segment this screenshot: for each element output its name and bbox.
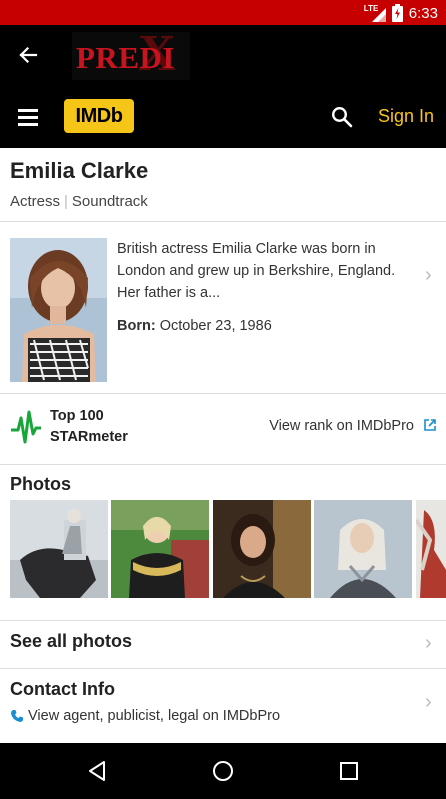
hamburger-icon [18,108,38,112]
role-soundtrack: Soundtrack [71,193,148,210]
born-date: October 23, 1986 [159,318,272,334]
starmeter-pulse-icon [11,410,41,444]
chevron-right-icon: › [425,632,432,654]
chevron-right-icon: › [425,264,432,286]
born-label: Born: [117,318,156,334]
divider [0,464,446,465]
view-rank-link[interactable]: View rank on IMDbPro [269,418,414,434]
role-actress: Actress [10,193,61,210]
clock: 6:33 [408,4,438,22]
chevron-right-icon: › [425,691,432,713]
person-name: Emilia Clarke [10,158,149,183]
search-icon [331,106,353,128]
contact-subtitle: View agent, publicist, legal on IMDbPro [28,708,281,724]
photo-strip [10,500,446,598]
app-logo: X PREDI [72,32,190,80]
person-roles: Actress | Soundtrack [10,193,148,210]
external-link-icon [424,419,436,431]
photos-title: Photos [10,474,71,494]
divider [0,620,446,621]
menu-button[interactable] [14,102,44,132]
nav-back-icon [89,761,105,781]
photo-thumbnail[interactable] [314,500,412,598]
app-bar: X PREDI [0,25,446,85]
contact-info-link[interactable]: View agent, publicist, legal on IMDbPro [10,708,280,724]
nav-recents-icon [340,762,358,780]
nav-recents-button[interactable] [335,757,363,785]
back-button[interactable] [10,37,46,73]
starmeter-title: Top 100 STARmeter [50,408,128,445]
role-separator: | [64,193,68,210]
signal-icon: LTE [364,4,386,22]
profile-photo[interactable] [10,238,107,382]
search-button[interactable] [327,102,357,132]
imdb-header: IMDb Sign In [0,85,446,148]
system-nav-bar [0,743,446,799]
bio-summary: British actress Emilia Clarke was born i… [117,238,417,337]
see-all-photos-link[interactable]: See all photos [10,631,132,652]
battery-icon [391,4,403,22]
photo-thumbnail[interactable] [416,500,446,598]
arrow-left-icon [19,46,38,64]
starmeter-row[interactable]: Top 100 STARmeter View rank on IMDbPro [0,394,446,464]
birth-info: Born: October 23, 1986 [117,315,417,337]
photo-thumbnail[interactable] [213,500,311,598]
bio-section[interactable]: British actress Emilia Clarke was born i… [0,238,446,393]
bio-text: British actress Emilia Clarke was born i… [117,241,396,301]
logo-text: PREDI [76,40,175,75]
nav-home-icon [213,761,233,781]
person-header: Emilia Clarke Actress | Soundtrack [10,158,148,210]
divider [0,221,446,222]
status-icons: LTE 6:33 [364,3,438,23]
phone-icon [11,710,23,722]
nav-home-button[interactable] [209,757,237,785]
photo-thumbnail[interactable] [111,500,209,598]
contact-info-title[interactable]: Contact Info [10,679,115,700]
status-bar: LTE 6:33 [0,0,446,25]
imdb-logo[interactable]: IMDb [64,99,134,133]
sign-in-link[interactable]: Sign In [378,106,434,127]
photo-thumbnail[interactable] [10,500,108,598]
divider [0,668,446,669]
nav-back-button[interactable] [83,757,111,785]
